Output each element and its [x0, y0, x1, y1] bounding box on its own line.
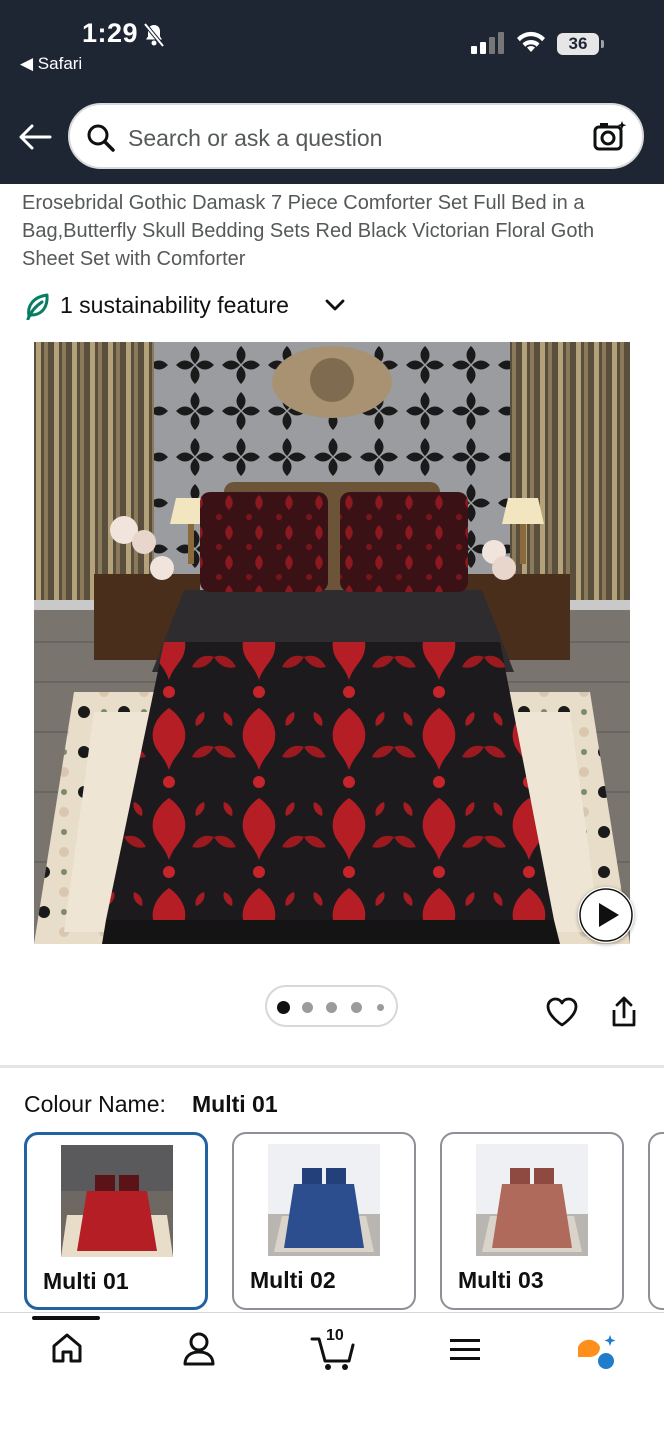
- colour-name-label: Colour Name:: [24, 1091, 166, 1117]
- home-icon[interactable]: [50, 1331, 84, 1370]
- search-header: Search or ask a question: [0, 90, 664, 184]
- status-time: 1:29: [82, 18, 139, 48]
- section-divider: [0, 1065, 664, 1068]
- swatch-image: [268, 1144, 380, 1256]
- battery-tip: [601, 40, 604, 48]
- colour-swatch-next[interactable]: [648, 1132, 664, 1310]
- leaf-icon: [24, 292, 50, 325]
- cart-count-badge: 10: [326, 1327, 344, 1344]
- search-input[interactable]: Search or ask a question: [68, 103, 644, 169]
- pager-dot-2[interactable]: [302, 1002, 313, 1013]
- image-pager[interactable]: [265, 985, 398, 1027]
- colour-swatch-multi-03[interactable]: Multi 03: [440, 1132, 624, 1310]
- battery-indicator: 36: [557, 33, 599, 55]
- swatch-label: Multi 01: [43, 1268, 129, 1294]
- home-tab-indicator: [32, 1316, 100, 1320]
- play-icon: [579, 888, 633, 942]
- back-to-safari[interactable]: ◀ Safari: [20, 54, 82, 74]
- status-bar: 1:29 ◀ Safari 36: [0, 0, 664, 90]
- back-arrow-icon[interactable]: [18, 124, 52, 155]
- search-placeholder: Search or ask a question: [128, 125, 383, 151]
- play-video-button[interactable]: [578, 887, 634, 943]
- cellular-signal-icon: [471, 32, 505, 59]
- swatch-label: Multi 02: [250, 1267, 336, 1293]
- colour-swatch-multi-01[interactable]: Multi 01: [24, 1132, 208, 1310]
- pager-dot-3[interactable]: [326, 1002, 337, 1013]
- swatch-image: [61, 1145, 173, 1257]
- pager-dot-4[interactable]: [351, 1002, 362, 1013]
- swatch-image: [476, 1144, 588, 1256]
- pager-dot-5[interactable]: [377, 1004, 384, 1011]
- account-icon[interactable]: [182, 1331, 216, 1372]
- heart-icon[interactable]: [545, 996, 579, 1033]
- wifi-icon: [515, 30, 547, 59]
- chevron-down-icon: [325, 298, 345, 317]
- rufus-assistant-icon[interactable]: [574, 1333, 618, 1376]
- swatch-label: Multi 03: [458, 1267, 544, 1293]
- colour-swatch-multi-02[interactable]: Multi 02: [232, 1132, 416, 1310]
- share-icon[interactable]: [610, 995, 638, 1034]
- product-image[interactable]: [34, 342, 630, 944]
- colour-name-value: Multi 01: [192, 1091, 278, 1117]
- pager-dot-1[interactable]: [277, 1001, 290, 1014]
- sustainability-label: 1 sustainability feature: [60, 292, 289, 318]
- back-app-label: Safari: [37, 54, 83, 73]
- menu-icon[interactable]: [449, 1337, 481, 1368]
- product-title[interactable]: Erosebridal Gothic Damask 7 Piece Comfor…: [22, 189, 642, 273]
- camera-search-icon[interactable]: [592, 119, 628, 160]
- silent-bell-icon: [142, 22, 166, 53]
- search-icon: [86, 123, 116, 158]
